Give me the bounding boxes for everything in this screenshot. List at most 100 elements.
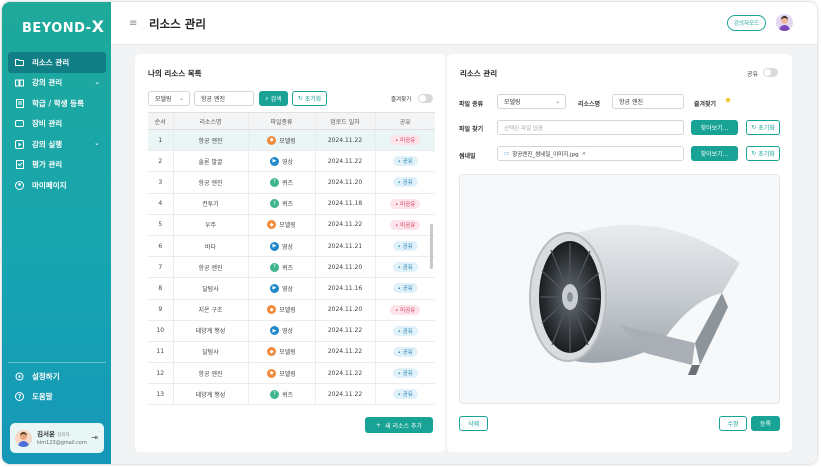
file-type-select[interactable]: 모델링 ⌄ xyxy=(497,94,566,109)
resource-name-label: 리소스명 xyxy=(578,101,601,108)
share-status: • 공유 xyxy=(374,150,435,173)
column-header: 업로드 일자 xyxy=(314,112,375,130)
upload-date: 2024.11.22 xyxy=(314,214,375,236)
share-badge: • 미공유 xyxy=(390,219,421,230)
add-resource-button[interactable]: + 새 리소스 추가 xyxy=(365,417,433,433)
image-file-icon: ▭ xyxy=(504,150,510,157)
share-badge: • 미공유 xyxy=(390,304,421,315)
video-icon: ▶ xyxy=(269,326,279,336)
sidebar-nav: 리소스 관리 강의 관리 ⌄ 학급 / 학생 등록 장비 관리 강의 실행 ⌄ xyxy=(8,52,106,196)
sidebar-item-lecture[interactable]: 강의 관리 ⌄ xyxy=(8,73,106,94)
sidebar-item-help[interactable]: ? 도움말 xyxy=(8,387,106,408)
table-row[interactable]: 9 지온 구조 ◆ 모델링 2024.11.20 • 미공유 xyxy=(148,299,435,321)
help-icon: ? xyxy=(15,392,24,402)
table-row[interactable]: 8 달탐사 ▶ 영상 2024.11.16 • 공유 xyxy=(148,277,435,300)
filter-select[interactable]: 모델링 ⌄ xyxy=(148,91,190,106)
upload-date: 2024.11.22 xyxy=(314,362,375,385)
resource-name-input[interactable]: 항공 엔진 xyxy=(612,94,684,109)
share-status: • 미공유 xyxy=(374,193,435,215)
star-icon[interactable]: ★ xyxy=(724,96,732,106)
table-row[interactable]: 10 태양계 행성 ▶ 영상 2024.11.22 • 공유 xyxy=(148,320,435,342)
sidebar-item-settings[interactable]: 설정하기 xyxy=(8,366,106,387)
sidebar-item-device[interactable]: 장비 관리 xyxy=(8,114,106,135)
sidebar-item-lecture-run[interactable]: 강의 실행 ⌄ xyxy=(8,134,106,155)
refresh-icon: ↻ xyxy=(751,124,757,131)
row-number: 2 xyxy=(148,150,173,173)
share-badge: • 미공유 xyxy=(390,198,421,209)
sidebar-item-mypage[interactable]: 마이페이지 xyxy=(8,175,106,196)
share-status: • 공유 xyxy=(374,341,435,364)
row-number: 8 xyxy=(148,277,173,300)
sidebar-bottom-nav: 설정하기 ? 도움말 xyxy=(8,366,106,407)
row-number: 10 xyxy=(148,320,173,342)
refresh-icon: ↻ xyxy=(297,95,303,102)
svg-text:?: ? xyxy=(18,394,22,401)
register-button[interactable]: 등록 xyxy=(751,416,780,431)
chevron-down-icon: ⌄ xyxy=(94,139,100,147)
file-type: ? 퀴즈 xyxy=(247,256,315,279)
table-row[interactable]: 6 바다 ▶ 영상 2024.11.21 • 공유 xyxy=(148,235,435,258)
sidebar-item-resource[interactable]: 리소스 관리 xyxy=(8,52,106,73)
plus-icon: + xyxy=(376,421,382,429)
resource-manage-panel: 리소스 관리 공유 파일 종류 모델링 ⌄ 리소스명 항공 엔진 즐겨찾기 ★ 파… xyxy=(447,54,792,452)
file-type: ◆ 모델링 xyxy=(247,362,315,385)
menu-icon[interactable]: ≡ xyxy=(129,18,137,29)
resource-name: 항공 엔진 xyxy=(172,129,248,152)
sidebar-divider xyxy=(8,362,106,363)
modeling-icon: ◆ xyxy=(267,305,277,315)
upload-date: 2024.11.20 xyxy=(314,171,375,194)
browse-file-button[interactable]: 찾아보기... xyxy=(691,120,738,135)
file-type: ◆ 모델링 xyxy=(247,129,315,152)
chevron-down-icon: ⌄ xyxy=(178,95,184,102)
device-icon xyxy=(15,119,24,128)
reset-file-button[interactable]: ↻ 초기화 xyxy=(746,120,780,135)
search-button[interactable]: ⌕ 검색 xyxy=(259,91,288,106)
modeling-icon: ◆ xyxy=(267,135,277,145)
file-type: ▶ 영상 xyxy=(247,235,315,258)
sidebar-item-class-student[interactable]: 학급 / 학생 등록 xyxy=(8,93,106,114)
app-window: BEYOND-X 리소스 관리 강의 관리 ⌄ 학급 / 학생 등록 장비 관리 xyxy=(2,2,817,464)
instructor-mode-button[interactable]: 강의자모드 xyxy=(727,15,766,31)
modeling-icon: ◆ xyxy=(267,347,277,357)
browse-thumbnail-button[interactable]: 찾아보기... xyxy=(691,146,738,161)
avatar[interactable] xyxy=(776,14,793,31)
row-number: 11 xyxy=(148,341,173,364)
thumbnail-input[interactable]: ▭ 항공엔진_썸네일_이미지.jpg × xyxy=(497,146,684,161)
resource-name: 달탐사 xyxy=(172,277,248,300)
close-icon[interactable]: × xyxy=(582,151,587,157)
sidebar-item-evaluation[interactable]: 평가 관리 xyxy=(8,155,106,176)
row-number: 4 xyxy=(148,193,173,215)
scrollbar[interactable] xyxy=(430,224,433,269)
row-number: 13 xyxy=(148,383,173,406)
table-row[interactable]: 3 항공 엔진? 퀴즈 2024.11.20 • 공유 xyxy=(148,171,435,194)
table-row[interactable]: 11 달탐사 ◆ 모델링 2024.11.22 • 공유 xyxy=(148,341,435,364)
table-row[interactable]: 4 컨투기? 퀴즈 2024.11.18 • 미공유 xyxy=(148,193,435,215)
delete-button[interactable]: 삭제 xyxy=(459,416,488,431)
share-toggle[interactable] xyxy=(763,68,778,77)
jet-engine-image xyxy=(529,224,740,375)
table-row[interactable]: 7 항공 엔진? 퀴즈 2024.11.20 • 공유 xyxy=(148,256,435,279)
table-row[interactable]: 13 태양계 행성? 퀴즈 2024.11.22 • 공유 xyxy=(148,383,435,406)
favorite-toggle[interactable] xyxy=(418,94,433,103)
file-input[interactable]: 선택된 파일 없음 xyxy=(497,120,684,135)
table-row[interactable]: 12 항공 엔진 ◆ 모델링 2024.11.22 • 공유 xyxy=(148,362,435,385)
share-status: • 미공유 xyxy=(374,214,435,236)
table-row[interactable]: 2 솔론 발굴 ▶ 영상 2024.11.22 • 공유 xyxy=(148,150,435,173)
reset-thumbnail-button[interactable]: ↻ 초기화 xyxy=(746,146,780,161)
share-badge: • 공유 xyxy=(392,346,418,357)
file-type: ▶ 영상 xyxy=(247,150,315,173)
resource-name: 항공 엔진 xyxy=(172,256,248,279)
table-row[interactable]: 5 우주 ◆ 모델링 2024.11.22 • 미공유 xyxy=(148,214,435,236)
upload-date: 2024.11.22 xyxy=(314,129,375,152)
row-number: 1 xyxy=(148,129,173,152)
search-input[interactable]: 항공 엔진 xyxy=(194,91,254,106)
video-icon: ▶ xyxy=(269,283,279,293)
sidebar-item-label: 평가 관리 xyxy=(32,160,63,170)
reset-button[interactable]: ↻ 초기화 xyxy=(292,91,327,106)
logout-icon[interactable]: ⇥ xyxy=(91,433,98,442)
sidebar: BEYOND-X 리소스 관리 강의 관리 ⌄ 학급 / 학생 등록 장비 관리 xyxy=(2,2,111,464)
quiz-icon: ? xyxy=(269,177,279,187)
edit-button[interactable]: 수정 xyxy=(719,416,747,431)
quiz-icon: ? xyxy=(269,389,279,399)
table-row[interactable]: 1 항공 엔진 ◆ 모델링 2024.11.22 • 미공유 xyxy=(148,129,435,152)
